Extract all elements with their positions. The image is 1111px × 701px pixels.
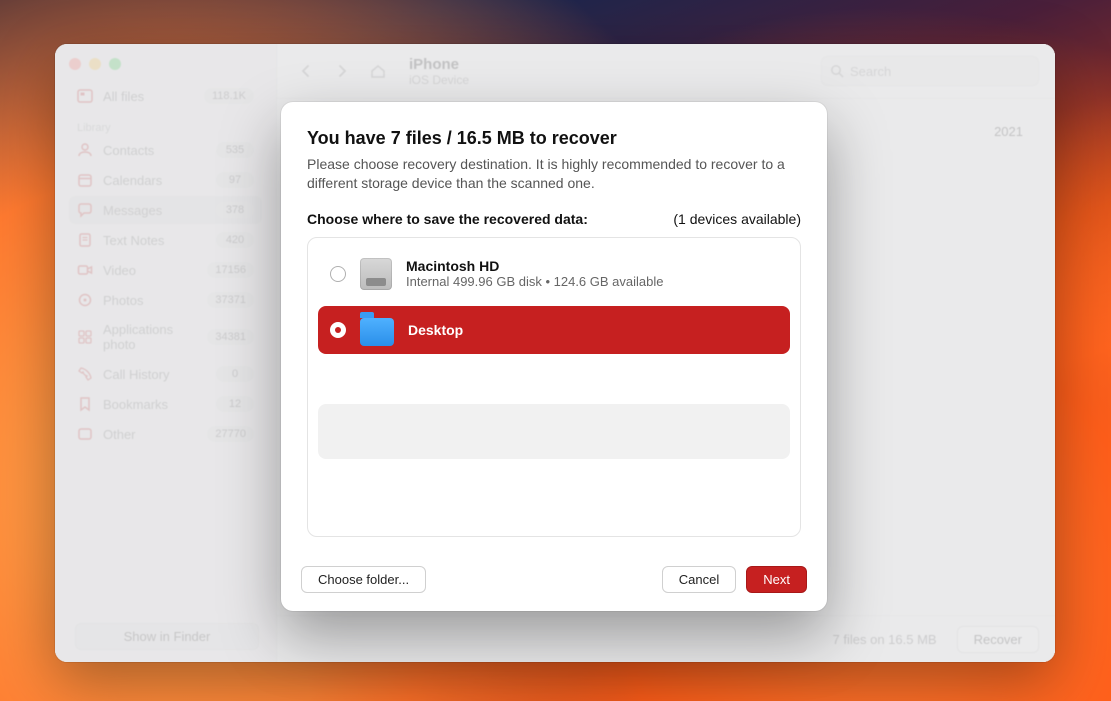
- choose-folder-button[interactable]: Choose folder...: [301, 566, 426, 593]
- device-name: Desktop: [408, 322, 463, 338]
- cancel-button[interactable]: Cancel: [662, 566, 736, 593]
- devices-available-label: (1 devices available): [673, 211, 801, 227]
- radio-selected-icon: [330, 322, 346, 338]
- choose-destination-label: Choose where to save the recovered data:: [307, 211, 588, 227]
- radio-unselected-icon: [330, 266, 346, 282]
- device-list: Macintosh HD Internal 499.96 GB disk • 1…: [307, 237, 801, 537]
- folder-icon: [360, 318, 394, 346]
- device-option-macintosh-hd[interactable]: Macintosh HD Internal 499.96 GB disk • 1…: [318, 248, 790, 300]
- modal-title: You have 7 files / 16.5 MB to recover: [307, 128, 801, 149]
- hdd-icon: [360, 258, 392, 290]
- modal-subtitle: Please choose recovery destination. It i…: [307, 155, 801, 193]
- empty-slot: [318, 404, 790, 459]
- recovery-destination-modal: You have 7 files / 16.5 MB to recover Pl…: [281, 102, 827, 611]
- device-detail: Internal 499.96 GB disk • 124.6 GB avail…: [406, 274, 664, 289]
- device-name: Macintosh HD: [406, 258, 664, 274]
- device-option-desktop[interactable]: Desktop: [318, 306, 790, 354]
- next-button[interactable]: Next: [746, 566, 807, 593]
